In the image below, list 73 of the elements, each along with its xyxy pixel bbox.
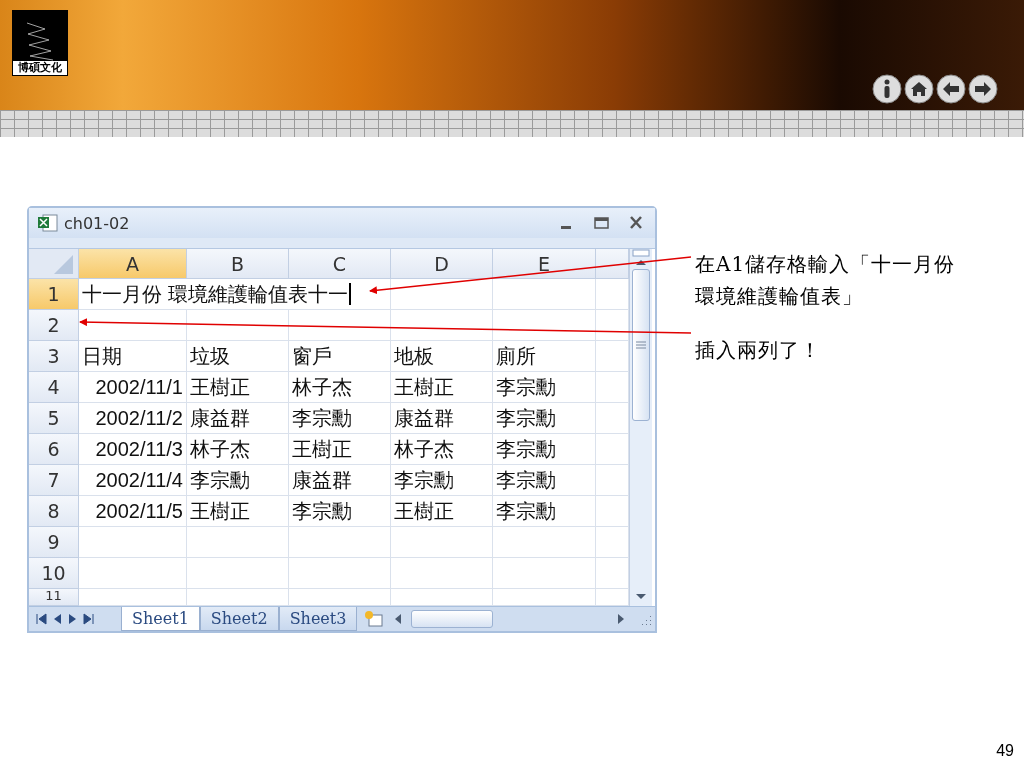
table-cell: 李宗勳 (493, 434, 596, 465)
scroll-right-icon[interactable] (616, 613, 626, 625)
row-header[interactable]: 8 (29, 496, 79, 527)
window-title: ch01-02 (64, 213, 131, 233)
row-header[interactable]: 3 (29, 341, 79, 372)
scroll-up-icon[interactable] (634, 257, 648, 267)
excel-file-icon (37, 213, 59, 233)
scroll-thumb[interactable] (411, 610, 494, 628)
table-cell: 李宗勳 (289, 403, 391, 434)
table-cell: 李宗勳 (187, 465, 289, 496)
table-cell: 李宗勳 (493, 403, 596, 434)
logo-text: 博碩文化 (13, 61, 67, 75)
table-cell: 康益群 (187, 403, 289, 434)
row-header[interactable]: 4 (29, 372, 79, 403)
table-cell: 地板 (391, 341, 493, 372)
row-header[interactable]: 6 (29, 434, 79, 465)
table-cell: 十一月份 環境維護輪值表十一 (79, 279, 391, 310)
table-cell: 王樹正 (187, 496, 289, 527)
column-header[interactable]: A (79, 249, 187, 279)
table-cell: 王樹正 (391, 496, 493, 527)
row-header[interactable]: 2 (29, 310, 79, 341)
table-cell: 王樹正 (391, 372, 493, 403)
scroll-thumb[interactable] (632, 269, 650, 421)
table-cell: 王樹正 (187, 372, 289, 403)
sheet-tab[interactable]: Sheet3 (278, 607, 358, 631)
sheet-tab[interactable]: Sheet2 (199, 607, 279, 631)
table-cell: 窗戶 (289, 341, 391, 372)
table-cell: 2002/11/2 (79, 403, 187, 434)
callout-text: 插入兩列了！ (695, 337, 822, 364)
first-sheet-icon[interactable] (35, 613, 47, 625)
info-icon[interactable] (872, 74, 902, 104)
corner-triangle-icon (54, 255, 73, 274)
column-header[interactable] (596, 249, 629, 279)
table-cell: 康益群 (391, 403, 493, 434)
table-cell: 李宗勳 (391, 465, 493, 496)
table-cell: 李宗勳 (493, 496, 596, 527)
row-header[interactable]: 7 (29, 465, 79, 496)
table-cell: 李宗勳 (493, 465, 596, 496)
column-header[interactable]: D (391, 249, 493, 279)
zigzag-icon (25, 21, 55, 61)
table-cell: 2002/11/1 (79, 372, 187, 403)
grip-icon (636, 341, 646, 349)
sheet-tab[interactable]: Sheet1 (121, 607, 200, 631)
column-header[interactable]: B (187, 249, 289, 279)
table-cell: 2002/11/3 (79, 434, 187, 465)
table-cell: 李宗勳 (493, 372, 596, 403)
home-icon[interactable] (904, 74, 934, 104)
table-cell: 李宗勳 (289, 496, 391, 527)
vertical-scrollbar[interactable] (629, 249, 652, 606)
table-cell: 廁所 (493, 341, 596, 372)
text-cursor (348, 283, 351, 305)
scroll-left-icon[interactable] (393, 613, 404, 625)
table-cell: 垃圾 (187, 341, 289, 372)
table-cell: 康益群 (289, 465, 391, 496)
row-header[interactable]: 11 (29, 589, 79, 606)
callout-text: 在A1儲存格輸入「十一月份環境維護輪值表」 (695, 251, 957, 310)
table-cell: 2002/11/4 (79, 465, 187, 496)
column-header[interactable]: C (289, 249, 391, 279)
row-header[interactable]: 1 (29, 279, 79, 310)
split-handle-icon[interactable] (632, 249, 650, 257)
scroll-down-icon[interactable] (634, 592, 648, 602)
table-cell: 王樹正 (289, 434, 391, 465)
table-cell: 林子杰 (289, 372, 391, 403)
table-cell: 林子杰 (187, 434, 289, 465)
row-header[interactable]: 9 (29, 527, 79, 558)
table-cell: 2002/11/5 (79, 496, 187, 527)
column-header[interactable]: E (493, 249, 596, 279)
last-sheet-icon[interactable] (83, 613, 95, 625)
row-header[interactable]: 5 (29, 403, 79, 434)
table-cell: 日期 (79, 341, 187, 372)
row-header[interactable]: 10 (29, 558, 79, 589)
page-number: 49 (996, 742, 1014, 760)
table-cell: 林子杰 (391, 434, 493, 465)
